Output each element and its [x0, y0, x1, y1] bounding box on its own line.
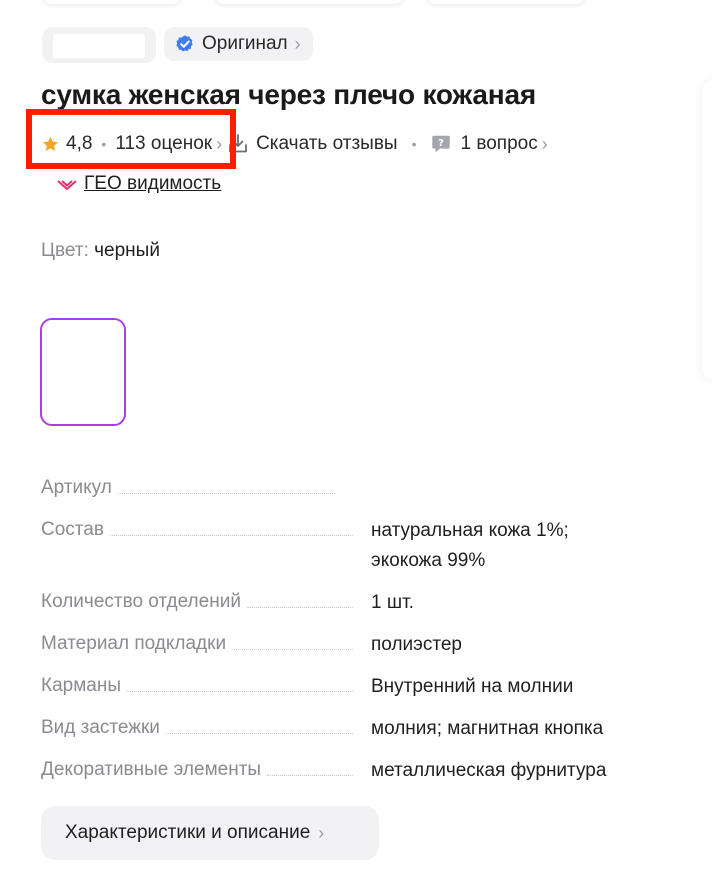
questions-link[interactable]: 1 вопрос: [460, 133, 537, 155]
download-reviews-link[interactable]: Скачать отзывы: [256, 133, 398, 155]
question-bubble-icon: ?: [432, 135, 451, 153]
spec-row: Количество отделений 1 шт.: [41, 588, 661, 630]
chevron-right-icon: ›: [541, 134, 548, 154]
chevron-right-icon: ›: [318, 823, 325, 843]
spec-leader: [117, 493, 335, 494]
spec-label: Вид застежки: [41, 717, 160, 738]
spec-value: 1 шт.: [371, 592, 414, 613]
specs-table: Артикул Состав натуральная кожа 1%; экоко…: [41, 474, 661, 798]
original-badge[interactable]: Оригинал ›: [164, 27, 313, 61]
svg-text:?: ?: [439, 138, 445, 149]
spec-value: молния; магнитная кнопка: [371, 718, 604, 739]
product-title: сумка женская через плечо кожаная: [41, 79, 537, 110]
chevron-right-icon: ›: [294, 34, 301, 54]
spec-leader: [165, 733, 353, 734]
color-label: Цвет:: [41, 240, 89, 261]
geo-visibility[interactable]: ГЕО видимость: [56, 173, 221, 195]
color-value: черный: [94, 240, 160, 261]
spec-row: Вид застежки молния; магнитная кнопка: [41, 714, 661, 756]
spec-label: Материал подкладки: [41, 633, 227, 654]
brand-logo: [53, 34, 145, 58]
spec-row: Артикул: [41, 474, 661, 516]
spec-value: Внутренний на молнии: [371, 676, 574, 697]
spec-row: Декоративные элементы металлическая фурн…: [41, 756, 661, 798]
spec-value: натуральная кожа 1%; экокожа 99%: [371, 520, 569, 571]
separator-dot: •: [411, 136, 417, 152]
spec-label: Карманы: [41, 675, 121, 696]
top-tabs: [42, 0, 602, 6]
spec-label: Декоративные элементы: [41, 759, 262, 780]
verified-check-icon: [176, 35, 193, 52]
spec-leader: [246, 607, 353, 608]
spec-value: металлическая фурнитура: [371, 760, 607, 781]
side-panel-edge: [702, 80, 712, 380]
spec-leader: [232, 649, 353, 650]
original-badge-label: Оригинал: [202, 33, 288, 54]
color-swatch-selected[interactable]: [40, 318, 126, 426]
spec-label: Состав: [41, 519, 104, 540]
geo-visibility-icon: [57, 180, 77, 190]
spec-row: Состав натуральная кожа 1%; экокожа 99%: [41, 516, 661, 588]
spec-row: Карманы Внутренний на молнии: [41, 672, 661, 714]
color-row: Цвет: черный: [41, 240, 160, 262]
spec-leader: [126, 691, 353, 692]
spec-label: Артикул: [41, 477, 112, 498]
geo-visibility-link[interactable]: ГЕО видимость: [84, 173, 221, 195]
spec-row: Материал подкладки полиэстер: [41, 630, 661, 672]
characteristics-button-label: Характеристики и описание: [65, 822, 311, 843]
spec-label: Количество отделений: [41, 591, 241, 612]
characteristics-description-button[interactable]: Характеристики и описание ›: [41, 806, 379, 860]
spec-leader: [109, 535, 353, 536]
spec-value: полиэстер: [371, 634, 462, 655]
brand-chip[interactable]: [42, 27, 156, 63]
rating-highlight-box: [26, 109, 236, 169]
spec-leader: [267, 775, 353, 776]
